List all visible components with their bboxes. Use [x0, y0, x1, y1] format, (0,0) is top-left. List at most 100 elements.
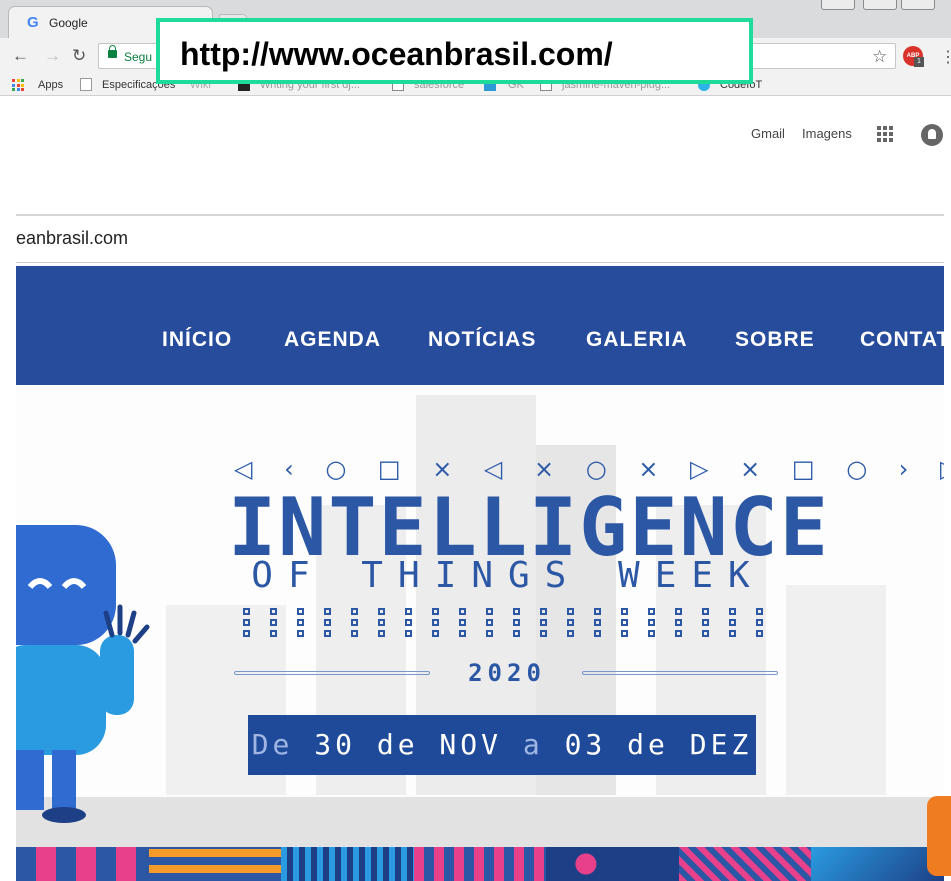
dot-square — [540, 619, 547, 626]
dot-square — [702, 630, 709, 637]
google-favicon-icon: G — [27, 14, 39, 31]
back-arrow-icon[interactable]: ← — [12, 46, 29, 66]
site-url-text[interactable]: eanbrasil.com — [16, 228, 128, 249]
dot-square — [243, 619, 250, 626]
menu-kebab-icon[interactable]: ⋮ — [940, 47, 951, 67]
dot-square — [270, 630, 277, 637]
dot-square — [513, 619, 520, 626]
maximize-button[interactable] — [863, 0, 897, 10]
dot-square — [324, 608, 331, 615]
divider — [16, 214, 944, 216]
nav-galeria[interactable]: GALERIA — [586, 328, 688, 352]
dot-square — [405, 630, 412, 637]
dot-square — [405, 619, 412, 626]
dot-square — [243, 630, 250, 637]
adblock-count-badge: 1 — [914, 57, 924, 67]
decorative-pattern-strip — [16, 847, 944, 881]
apps-launcher-icon[interactable] — [877, 126, 893, 142]
nav-noticias[interactable]: NOTÍCIAS — [428, 328, 536, 352]
dot-square — [297, 619, 304, 626]
dot-square — [702, 608, 709, 615]
dot-square — [675, 630, 682, 637]
dot-square — [729, 619, 736, 626]
robot-mascot-icon — [16, 525, 150, 823]
dot-square — [756, 608, 763, 615]
bookmark-star-icon[interactable]: ☆ — [872, 47, 887, 67]
hero-year: 2020 — [468, 659, 546, 687]
bookmark-favicon-icon — [80, 78, 92, 91]
dot-square — [351, 608, 358, 615]
dot-square — [378, 630, 385, 637]
dot-square — [270, 608, 277, 615]
dot-square — [729, 630, 736, 637]
apps-grid-icon[interactable] — [12, 79, 24, 91]
dot-square — [297, 608, 304, 615]
date-end: 03 de DEZ — [564, 728, 753, 761]
page-viewport: Gmail Imagens eanbrasil.com INÍCIO AGEND… — [0, 96, 951, 881]
minimize-button[interactable] — [821, 0, 855, 10]
dot-square — [432, 630, 439, 637]
notifications-icon[interactable] — [921, 124, 943, 146]
dot-square — [405, 608, 412, 615]
dot-square — [270, 619, 277, 626]
restore-button[interactable] — [901, 0, 935, 10]
year-right-line — [582, 671, 778, 675]
nav-inicio[interactable]: INÍCIO — [162, 328, 232, 352]
dot-square — [486, 608, 493, 615]
dot-square — [243, 608, 250, 615]
dot-square — [648, 619, 655, 626]
dot-square — [756, 630, 763, 637]
dot-square — [675, 608, 682, 615]
forward-arrow-icon[interactable]: → — [44, 46, 61, 66]
dot-square — [540, 630, 547, 637]
dot-square — [378, 608, 385, 615]
hero-banner: ◁ ‹ ○ □ × ◁ × ○ × ▷ × □ ○ › ▷ INTELLIGEN… — [16, 385, 944, 881]
dot-square — [432, 608, 439, 615]
date-connector: a — [502, 728, 565, 761]
year-left-line — [234, 671, 430, 675]
dot-square — [513, 608, 520, 615]
dot-square — [621, 608, 628, 615]
dot-square — [567, 619, 574, 626]
divider — [16, 262, 944, 263]
site-navbar: INÍCIO AGENDA NOTÍCIAS GALERIA SOBRE CON… — [16, 266, 944, 385]
reload-icon[interactable]: ↻ — [72, 46, 86, 66]
dot-square — [432, 619, 439, 626]
dot-square — [459, 630, 466, 637]
dot-square — [351, 630, 358, 637]
dot-square — [729, 608, 736, 615]
hero-subtitle: OF THINGS WEEK — [251, 555, 765, 596]
nav-agenda[interactable]: AGENDA — [284, 328, 381, 352]
nav-sobre[interactable]: SOBRE — [735, 328, 815, 352]
dot-square — [648, 630, 655, 637]
dot-square — [648, 608, 655, 615]
images-link[interactable]: Imagens — [802, 126, 852, 141]
background-building — [786, 585, 886, 795]
lock-icon — [108, 45, 117, 58]
event-dates-banner: De 30 de NOV a 03 de DEZ — [248, 715, 756, 775]
dot-square — [594, 630, 601, 637]
tab-title: Google — [49, 16, 88, 30]
orange-robot-icon — [927, 796, 951, 876]
dot-square — [486, 619, 493, 626]
secure-label: Segu — [124, 50, 153, 64]
dot-square — [351, 619, 358, 626]
date-prefix: De — [251, 728, 315, 761]
dot-square — [702, 619, 709, 626]
dot-square — [459, 608, 466, 615]
dot-square — [378, 619, 385, 626]
dot-square — [594, 619, 601, 626]
dot-square — [486, 630, 493, 637]
dot-square — [297, 630, 304, 637]
nav-contato[interactable]: CONTAT — [860, 328, 944, 352]
dot-square — [756, 619, 763, 626]
bookmark-apps[interactable]: Apps — [38, 79, 63, 91]
window-controls — [821, 0, 951, 12]
decorative-shapes: ◁ ‹ ○ □ × ◁ × ○ × ▷ × □ ○ › ▷ — [234, 455, 944, 483]
dot-square — [513, 630, 520, 637]
gmail-link[interactable]: Gmail — [751, 126, 785, 141]
dot-square — [594, 608, 601, 615]
dot-square — [540, 608, 547, 615]
url-callout-text: http://www.oceanbrasil.com/ — [180, 36, 613, 72]
url-callout-box: http://www.oceanbrasil.com/ — [156, 18, 753, 84]
